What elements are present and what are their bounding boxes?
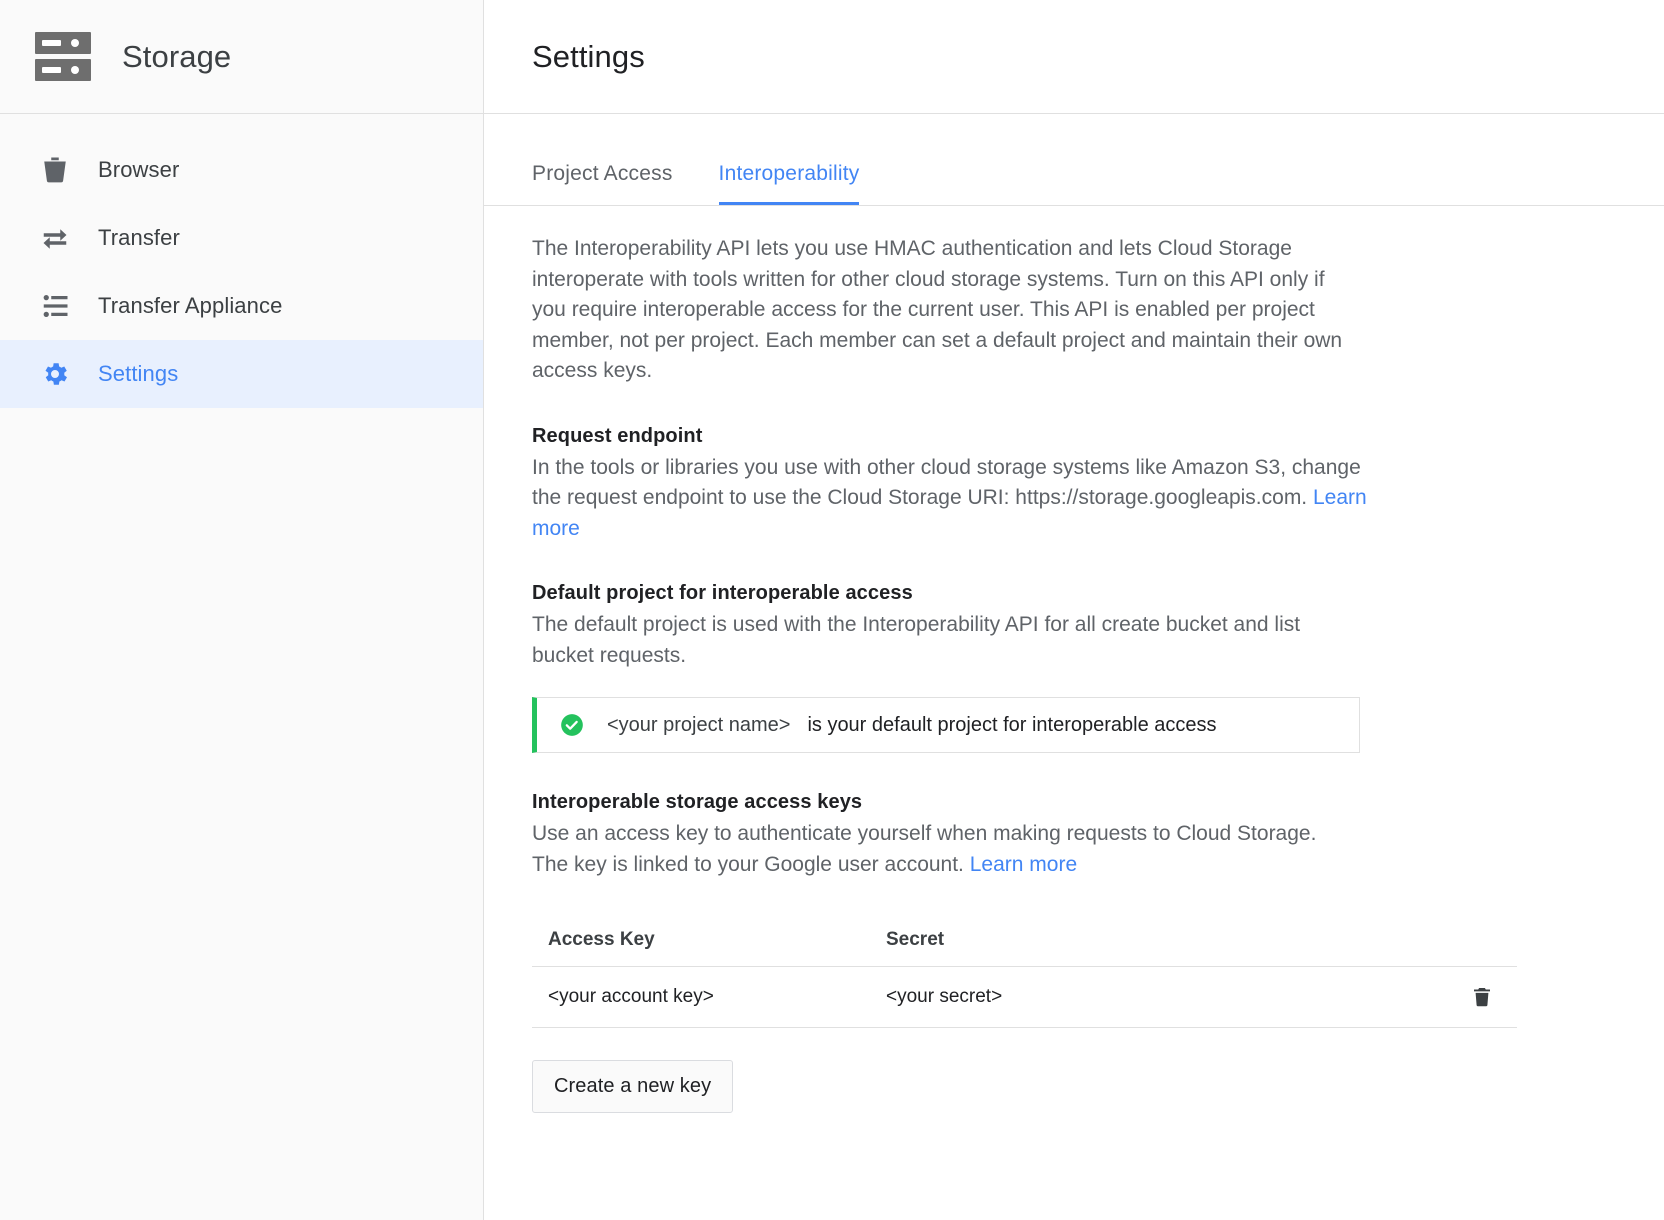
access-keys-learn-more-link[interactable]: Learn more <box>970 853 1077 876</box>
section-request-endpoint: Request endpoint In the tools or librari… <box>532 425 1616 545</box>
sidebar-item-label: Transfer <box>98 225 180 251</box>
create-new-key-button[interactable]: Create a new key <box>532 1060 733 1113</box>
tab-project-access[interactable]: Project Access <box>532 162 673 205</box>
access-keys-heading: Interoperable storage access keys <box>532 791 1616 814</box>
sidebar-item-browser[interactable]: Browser <box>0 136 483 204</box>
page-title: Settings <box>532 39 645 75</box>
status-message: is your default project for interoperabl… <box>807 714 1216 737</box>
sidebar-item-label: Transfer Appliance <box>98 293 282 319</box>
transfer-arrows-icon <box>38 221 72 255</box>
table-header-row: Access Key Secret <box>532 914 1517 967</box>
storage-icon <box>32 25 96 89</box>
default-project-body: The default project is used with the Int… <box>532 610 1362 671</box>
request-endpoint-body: In the tools or libraries you use with o… <box>532 453 1392 545</box>
table-row: <your account key> <your secret> <box>532 967 1517 1028</box>
sidebar-nav: Browser Transfer <box>0 114 483 408</box>
sidebar-item-transfer-appliance[interactable]: Transfer Appliance <box>0 272 483 340</box>
status-project-name: <your project name> <box>607 714 790 737</box>
tab-interoperability[interactable]: Interoperability <box>719 162 860 205</box>
sidebar-item-label: Settings <box>98 361 178 387</box>
bucket-icon <box>38 153 72 187</box>
access-keys-body: Use an access key to authenticate yourse… <box>532 819 1322 880</box>
request-endpoint-text: In the tools or libraries you use with o… <box>532 456 1361 510</box>
sidebar-item-transfer[interactable]: Transfer <box>0 204 483 272</box>
sidebar: Storage Browser Tr <box>0 0 484 1220</box>
appliance-list-icon <box>38 289 72 323</box>
access-keys-text: Use an access key to authenticate yourse… <box>532 822 1316 876</box>
section-default-project: Default project for interoperable access… <box>532 582 1616 753</box>
main-header: Settings <box>484 0 1664 114</box>
section-access-keys: Interoperable storage access keys Use an… <box>532 791 1616 1113</box>
column-header-access-key: Access Key <box>532 929 872 951</box>
main-panel: Settings Project Access Interoperability… <box>484 0 1664 1220</box>
gear-icon <box>38 357 72 391</box>
default-project-status-banner: <your project name> is your default proj… <box>532 697 1360 753</box>
column-header-secret: Secret <box>872 929 1447 951</box>
tab-bar: Project Access Interoperability <box>484 114 1664 206</box>
trash-icon[interactable] <box>1467 982 1497 1012</box>
check-circle-icon <box>559 712 585 738</box>
intro-paragraph: The Interoperability API lets you use HM… <box>532 234 1362 387</box>
cell-actions <box>1447 982 1517 1012</box>
sidebar-item-settings[interactable]: Settings <box>0 340 483 408</box>
cell-access-key: <your account key> <box>532 986 872 1008</box>
app-root: Storage Browser Tr <box>0 0 1664 1220</box>
sidebar-item-label: Browser <box>98 157 179 183</box>
default-project-heading: Default project for interoperable access <box>532 582 1616 605</box>
request-endpoint-heading: Request endpoint <box>532 425 1616 448</box>
access-keys-table: Access Key Secret <your account key> <yo… <box>532 914 1517 1028</box>
product-title: Storage <box>122 39 231 75</box>
sidebar-header: Storage <box>0 0 483 114</box>
content-area: The Interoperability API lets you use HM… <box>484 206 1664 1220</box>
cell-secret: <your secret> <box>872 986 1447 1008</box>
